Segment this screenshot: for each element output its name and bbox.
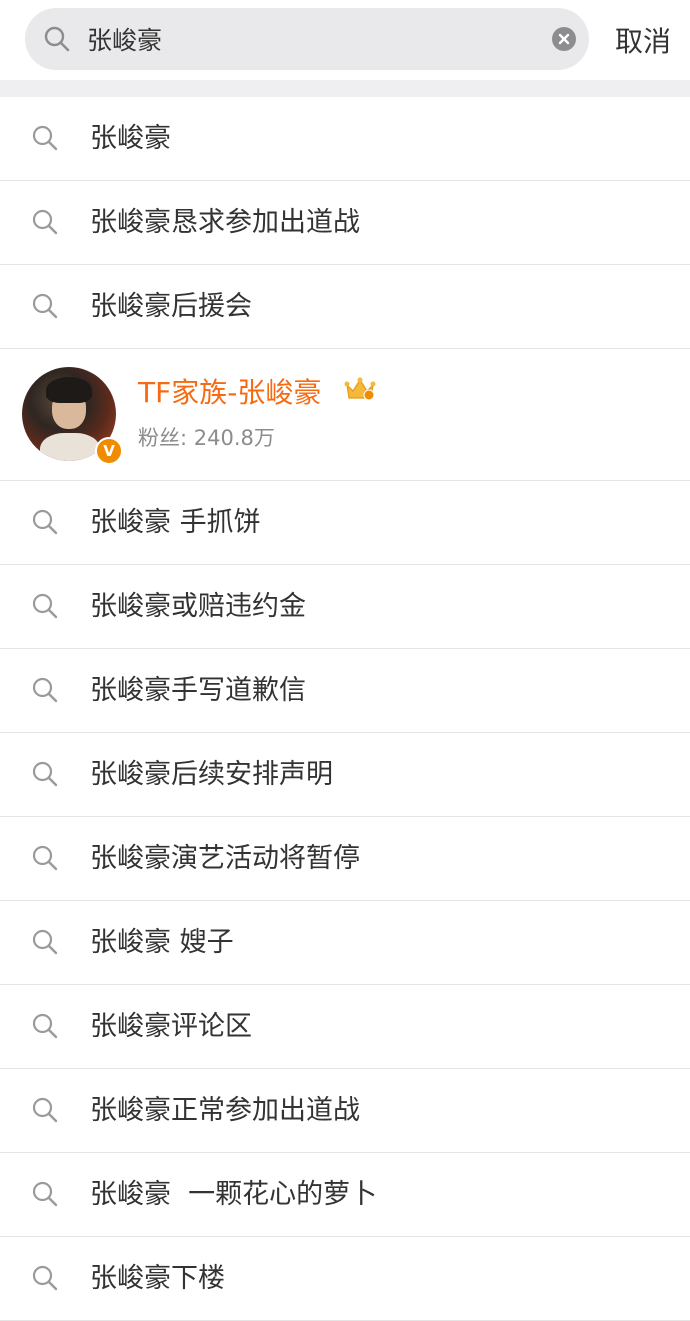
suggestion-text: 张峻豪正常参加出道战: [90, 1095, 360, 1126]
suggestion-item[interactable]: 张峻豪正常参加出道战: [0, 1069, 690, 1153]
suggestion-list-top: 张峻豪张峻豪恳求参加出道战 张峻豪后援会: [0, 97, 690, 349]
search-input[interactable]: [87, 8, 557, 70]
suggestion-item[interactable]: 张峻豪后续安排声明: [0, 733, 690, 817]
search-icon: [32, 845, 58, 871]
search-icon: [32, 509, 58, 535]
search-icon: [32, 1013, 58, 1039]
suggestion-text: 张峻豪评论区: [90, 1011, 252, 1042]
suggestion-item[interactable]: 张峻豪后援会: [0, 265, 690, 349]
suggestion-item[interactable]: 张峻豪或赔违约金: [0, 565, 690, 649]
suggestion-item[interactable]: 张峻豪评论区: [0, 985, 690, 1069]
suggestion-text: 张峻豪或赔违约金: [90, 591, 306, 622]
search-icon: [32, 593, 58, 619]
search-header: 取消: [0, 0, 690, 80]
verified-badge-icon: V: [95, 437, 123, 465]
suggestion-item[interactable]: 张峻豪下楼: [0, 1237, 690, 1321]
suggestion-text: 张峻豪 嫂子: [90, 927, 234, 958]
suggestion-item[interactable]: 张峻豪手写道歉信: [0, 649, 690, 733]
suggestion-text: 张峻豪手写道歉信: [90, 675, 306, 706]
suggestion-item[interactable]: 张峻豪: [0, 97, 690, 181]
search-icon: [32, 1181, 58, 1207]
suggestion-list-bottom: 张峻豪 手抓饼张峻豪或赔违约金 张峻豪手写道歉信 张峻豪后续安排声明 张峻豪演艺活动将…: [0, 481, 690, 1321]
user-name[interactable]: TF家族-张峻豪: [138, 371, 321, 411]
suggestion-text: 张峻豪 手抓饼: [90, 507, 261, 538]
search-icon: [32, 209, 58, 235]
suggestion-item[interactable]: 张峻豪 一颗花心的萝卜: [0, 1153, 690, 1237]
suggestion-item[interactable]: 张峻豪 手抓饼: [0, 481, 690, 565]
suggestion-item[interactable]: 张峻豪 嫂子: [0, 901, 690, 985]
search-icon: [32, 1265, 58, 1291]
suggestion-text: 张峻豪: [90, 123, 171, 154]
search-icon: [32, 125, 58, 151]
crown-icon: [344, 377, 376, 401]
close-icon: [558, 33, 570, 45]
search-icon: [32, 929, 58, 955]
suggestion-text: 张峻豪恳求参加出道战: [90, 207, 360, 238]
search-icon: [32, 1097, 58, 1123]
suggestion-text: 张峻豪 一颗花心的萝卜: [90, 1179, 378, 1210]
section-divider: [0, 80, 690, 97]
suggestion-text: 张峻豪后援会: [90, 291, 252, 322]
search-icon: [32, 293, 58, 319]
search-box[interactable]: [25, 8, 589, 70]
avatar-shirt: [40, 433, 100, 461]
search-icon: [32, 761, 58, 787]
cancel-button[interactable]: 取消: [615, 20, 671, 60]
clear-search-button[interactable]: [552, 27, 576, 51]
user-fans-count: 粉丝: 240.8万: [138, 426, 275, 450]
search-icon: [44, 26, 70, 52]
suggestion-item[interactable]: 张峻豪演艺活动将暂停: [0, 817, 690, 901]
search-icon: [32, 677, 58, 703]
suggestion-text: 张峻豪演艺活动将暂停: [90, 843, 360, 874]
suggestion-text: 张峻豪下楼: [90, 1263, 225, 1294]
suggestion-item[interactable]: 张峻豪恳求参加出道战: [0, 181, 690, 265]
suggestion-text: 张峻豪后续安排声明: [90, 759, 333, 790]
avatar-hair: [46, 377, 92, 403]
